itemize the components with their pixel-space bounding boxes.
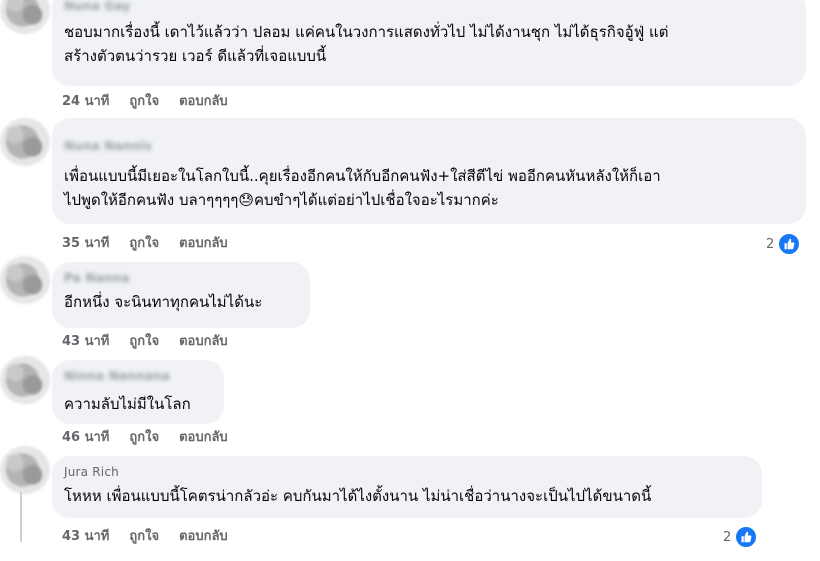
like-button[interactable]: ถูกใจ xyxy=(129,93,159,111)
comment-bubble: Pa Nanna อีกหนึ่ง จะนินทาทุกคนไม่ได้นะ xyxy=(52,262,310,328)
avatar[interactable] xyxy=(0,446,50,494)
reply-button[interactable]: ตอบกลับ xyxy=(179,429,228,447)
reply-button[interactable]: ตอบกลับ xyxy=(179,333,228,351)
reaction-count: 2 xyxy=(766,236,775,252)
comment-author[interactable]: Ninna Nannana xyxy=(64,368,212,384)
like-button[interactable]: ถูกใจ xyxy=(129,429,159,447)
avatar[interactable] xyxy=(0,118,50,166)
like-button[interactable]: ถูกใจ xyxy=(129,528,159,546)
comment-author[interactable]: Nuna Gay xyxy=(64,0,794,14)
reaction-summary[interactable]: 2 xyxy=(723,525,759,549)
reply-button[interactable]: ตอบกลับ xyxy=(179,235,228,253)
comment-text: ความลับไม่มีในโลก xyxy=(64,395,191,413)
comment-bubble: Jura Rich โหหห เพื่อนแบบนี้โคตรน่ากลัวอ่… xyxy=(52,456,762,518)
like-button[interactable]: ถูกใจ xyxy=(129,333,159,351)
reaction-count: 2 xyxy=(723,529,732,545)
like-thumb-icon xyxy=(734,525,759,549)
reply-button[interactable]: ตอบกลับ xyxy=(179,93,228,111)
comment-author[interactable]: Jura Rich xyxy=(64,464,750,480)
reaction-summary[interactable]: 2 xyxy=(766,232,802,256)
comment-timestamp[interactable]: 46 นาที xyxy=(62,429,109,447)
comment-timestamp[interactable]: 24 นาที xyxy=(62,93,109,111)
comment-text: ชอบมากเรื่องนี้ เดาไว้แล้วว่า ปลอม แค่คน… xyxy=(64,23,669,65)
like-button[interactable]: ถูกใจ xyxy=(129,235,159,253)
avatar[interactable] xyxy=(0,356,50,404)
like-thumb-icon xyxy=(777,232,802,256)
comment-actions: 46 นาที ถูกใจ ตอบกลับ xyxy=(62,429,228,447)
reply-button[interactable]: ตอบกลับ xyxy=(179,528,228,546)
comment-actions: 35 นาที ถูกใจ ตอบกลับ xyxy=(62,235,228,253)
comment-author[interactable]: Pa Nanna xyxy=(64,270,298,286)
comment-text: โหหห เพื่อนแบบนี้โคตรน่ากลัวอ่ะ คบกันมาไ… xyxy=(64,487,652,505)
comment-actions: 43 นาที ถูกใจ ตอบกลับ xyxy=(62,528,228,546)
comment-author[interactable]: Nuna Nannis xyxy=(64,138,794,154)
comment-bubble: Nuna Nannis เพื่อนแบบนี้มีเยอะในโลกใบนี้… xyxy=(52,118,806,224)
comment-timestamp[interactable]: 43 นาที xyxy=(62,528,109,546)
comment-timestamp[interactable]: 35 นาที xyxy=(62,235,109,253)
comment-text: เพื่อนแบบนี้มีเยอะในโลกใบนี้..คุยเรื่องอ… xyxy=(64,167,661,209)
avatar[interactable] xyxy=(0,0,50,34)
comment-actions: 24 นาที ถูกใจ ตอบกลับ xyxy=(62,93,228,111)
comment-text: อีกหนึ่ง จะนินทาทุกคนไม่ได้นะ xyxy=(64,293,263,311)
comment-actions: 43 นาที ถูกใจ ตอบกลับ xyxy=(62,333,228,351)
thread-line xyxy=(20,492,22,542)
avatar[interactable] xyxy=(0,256,50,304)
comment-timestamp[interactable]: 43 นาที xyxy=(62,333,109,351)
comment-bubble: Nuna Gay ชอบมากเรื่องนี้ เดาไว้แล้วว่า ป… xyxy=(52,0,806,86)
comment-bubble: Ninna Nannana ความลับไม่มีในโลก xyxy=(52,360,224,424)
